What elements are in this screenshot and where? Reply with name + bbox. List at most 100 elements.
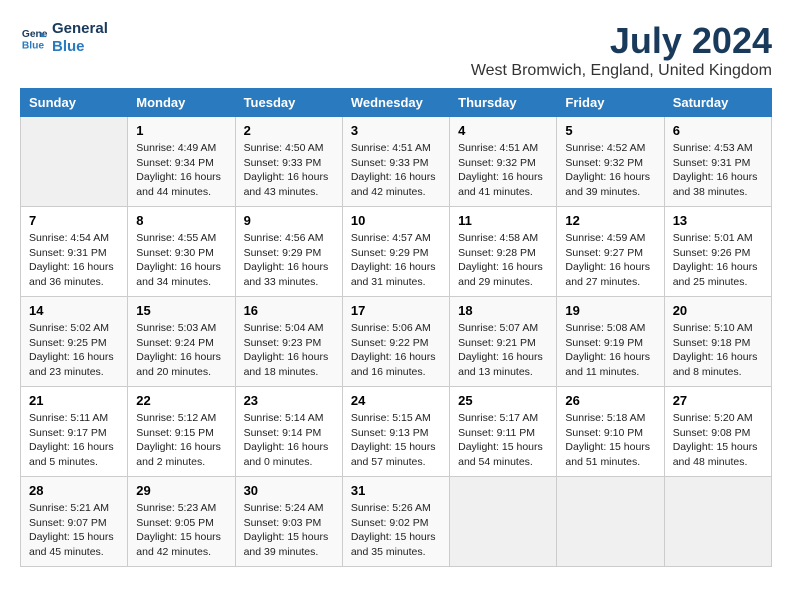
calendar-cell-w2-d5: 11 Sunrise: 4:58 AM Sunset: 9:28 PM Dayli… <box>450 207 557 297</box>
day-number: 11 <box>458 213 548 228</box>
calendar-cell-w4-d6: 26 Sunrise: 5:18 AM Sunset: 9:10 PM Dayli… <box>557 387 664 477</box>
calendar-week-2: 7Sunrise: 4:54 AM Sunset: 9:31 PM Daylig… <box>21 207 772 297</box>
day-number: 25 <box>458 393 548 408</box>
day-info: Sunrise: 5:06 AM Sunset: 9:22 PM Dayligh… <box>351 321 441 380</box>
day-info: Sunrise: 4:51 AM Sunset: 9:33 PM Dayligh… <box>351 141 441 200</box>
calendar-cell-w2-d7: 13 Sunrise: 5:01 AM Sunset: 9:26 PM Dayli… <box>664 207 771 297</box>
day-number: 30 <box>244 483 334 498</box>
calendar-cell-w2-d3: 9 Sunrise: 4:56 AM Sunset: 9:29 PM Daylig… <box>235 207 342 297</box>
day-info: Sunrise: 5:01 AM Sunset: 9:26 PM Dayligh… <box>673 231 763 290</box>
calendar-cell-w3-d4: 17 Sunrise: 5:06 AM Sunset: 9:22 PM Dayli… <box>342 297 449 387</box>
day-info: Sunrise: 4:55 AM Sunset: 9:30 PM Dayligh… <box>136 231 226 290</box>
day-number: 26 <box>565 393 655 408</box>
calendar-cell-w3-d2: 15 Sunrise: 5:03 AM Sunset: 9:24 PM Dayli… <box>128 297 235 387</box>
day-number: 21 <box>29 393 119 408</box>
day-number: 23 <box>244 393 334 408</box>
calendar-cell-w5-d3: 30 Sunrise: 5:24 AM Sunset: 9:03 PM Dayli… <box>235 477 342 567</box>
day-number: 16 <box>244 303 334 318</box>
day-info: Sunrise: 4:58 AM Sunset: 9:28 PM Dayligh… <box>458 231 548 290</box>
day-info: Sunrise: 5:12 AM Sunset: 9:15 PM Dayligh… <box>136 411 226 470</box>
calendar-cell-w1-d3: 2Sunrise: 4:50 AM Sunset: 9:33 PM Daylig… <box>235 117 342 207</box>
day-number: 17 <box>351 303 441 318</box>
day-number: 6 <box>673 123 763 138</box>
svg-text:General: General <box>22 29 48 40</box>
calendar-cell-w4-d2: 22 Sunrise: 5:12 AM Sunset: 9:15 PM Dayli… <box>128 387 235 477</box>
day-info: Sunrise: 5:24 AM Sunset: 9:03 PM Dayligh… <box>244 501 334 560</box>
calendar-cell-w4-d1: 21 Sunrise: 5:11 AM Sunset: 9:17 PM Dayli… <box>21 387 128 477</box>
title-section: July 2024 West Bromwich, England, United… <box>471 20 772 80</box>
calendar-cell-w5-d2: 29Sunrise: 5:23 AM Sunset: 9:05 PM Dayli… <box>128 477 235 567</box>
header-wednesday: Wednesday <box>342 89 449 117</box>
calendar-cell-w1-d6: 5Sunrise: 4:52 AM Sunset: 9:32 PM Daylig… <box>557 117 664 207</box>
calendar-cell-w5-d7 <box>664 477 771 567</box>
day-info: Sunrise: 5:08 AM Sunset: 9:19 PM Dayligh… <box>565 321 655 380</box>
calendar-cell-w1-d7: 6Sunrise: 4:53 AM Sunset: 9:31 PM Daylig… <box>664 117 771 207</box>
day-info: Sunrise: 4:54 AM Sunset: 9:31 PM Dayligh… <box>29 231 119 290</box>
calendar-cell-w2-d1: 7Sunrise: 4:54 AM Sunset: 9:31 PM Daylig… <box>21 207 128 297</box>
day-info: Sunrise: 5:04 AM Sunset: 9:23 PM Dayligh… <box>244 321 334 380</box>
day-info: Sunrise: 5:23 AM Sunset: 9:05 PM Dayligh… <box>136 501 226 560</box>
calendar-cell-w4-d5: 25 Sunrise: 5:17 AM Sunset: 9:11 PM Dayli… <box>450 387 557 477</box>
calendar-cell-w3-d6: 19 Sunrise: 5:08 AM Sunset: 9:19 PM Dayli… <box>557 297 664 387</box>
calendar-cell-w5-d1: 28Sunrise: 5:21 AM Sunset: 9:07 PM Dayli… <box>21 477 128 567</box>
day-number: 24 <box>351 393 441 408</box>
day-info: Sunrise: 5:10 AM Sunset: 9:18 PM Dayligh… <box>673 321 763 380</box>
day-number: 22 <box>136 393 226 408</box>
calendar-cell-w2-d6: 12 Sunrise: 4:59 AM Sunset: 9:27 PM Dayli… <box>557 207 664 297</box>
calendar-cell-w3-d7: 20 Sunrise: 5:10 AM Sunset: 9:18 PM Dayli… <box>664 297 771 387</box>
day-number: 28 <box>29 483 119 498</box>
day-info: Sunrise: 5:02 AM Sunset: 9:25 PM Dayligh… <box>29 321 119 380</box>
day-number: 31 <box>351 483 441 498</box>
calendar-cell-w5-d4: 31 Sunrise: 5:26 AM Sunset: 9:02 PM Dayli… <box>342 477 449 567</box>
day-info: Sunrise: 5:11 AM Sunset: 9:17 PM Dayligh… <box>29 411 119 470</box>
day-info: Sunrise: 4:49 AM Sunset: 9:34 PM Dayligh… <box>136 141 226 200</box>
calendar-cell-w4-d7: 27 Sunrise: 5:20 AM Sunset: 9:08 PM Dayli… <box>664 387 771 477</box>
day-number: 20 <box>673 303 763 318</box>
calendar-week-5: 28Sunrise: 5:21 AM Sunset: 9:07 PM Dayli… <box>21 477 772 567</box>
calendar-cell-w3-d5: 18Sunrise: 5:07 AM Sunset: 9:21 PM Dayli… <box>450 297 557 387</box>
day-info: Sunrise: 4:59 AM Sunset: 9:27 PM Dayligh… <box>565 231 655 290</box>
header-sunday: Sunday <box>21 89 128 117</box>
calendar-cell-w4-d3: 23 Sunrise: 5:14 AM Sunset: 9:14 PM Dayli… <box>235 387 342 477</box>
day-number: 10 <box>351 213 441 228</box>
calendar-cell-w1-d4: 3 Sunrise: 4:51 AM Sunset: 9:33 PM Daylig… <box>342 117 449 207</box>
day-info: Sunrise: 5:07 AM Sunset: 9:21 PM Dayligh… <box>458 321 548 380</box>
month-year-title: July 2024 <box>471 20 772 62</box>
day-number: 4 <box>458 123 548 138</box>
calendar-table: Sunday Monday Tuesday Wednesday Thursday… <box>20 88 772 567</box>
day-info: Sunrise: 4:57 AM Sunset: 9:29 PM Dayligh… <box>351 231 441 290</box>
day-info: Sunrise: 5:18 AM Sunset: 9:10 PM Dayligh… <box>565 411 655 470</box>
day-number: 1 <box>136 123 226 138</box>
day-number: 3 <box>351 123 441 138</box>
calendar-week-1: 1 Sunrise: 4:49 AM Sunset: 9:34 PM Daylig… <box>21 117 772 207</box>
day-info: Sunrise: 5:17 AM Sunset: 9:11 PM Dayligh… <box>458 411 548 470</box>
page-header: General Blue General Blue July 2024 West… <box>20 20 772 80</box>
day-number: 15 <box>136 303 226 318</box>
day-info: Sunrise: 4:52 AM Sunset: 9:32 PM Dayligh… <box>565 141 655 200</box>
day-number: 14 <box>29 303 119 318</box>
header-tuesday: Tuesday <box>235 89 342 117</box>
header-thursday: Thursday <box>450 89 557 117</box>
calendar-cell-w1-d1 <box>21 117 128 207</box>
calendar-cell-w4-d4: 24 Sunrise: 5:15 AM Sunset: 9:13 PM Dayli… <box>342 387 449 477</box>
day-info: Sunrise: 4:56 AM Sunset: 9:29 PM Dayligh… <box>244 231 334 290</box>
calendar-week-4: 21 Sunrise: 5:11 AM Sunset: 9:17 PM Dayli… <box>21 387 772 477</box>
day-info: Sunrise: 5:03 AM Sunset: 9:24 PM Dayligh… <box>136 321 226 380</box>
day-number: 13 <box>673 213 763 228</box>
location-subtitle: West Bromwich, England, United Kingdom <box>471 62 772 80</box>
day-number: 12 <box>565 213 655 228</box>
day-info: Sunrise: 4:50 AM Sunset: 9:33 PM Dayligh… <box>244 141 334 200</box>
calendar-cell-w5-d5 <box>450 477 557 567</box>
day-info: Sunrise: 4:51 AM Sunset: 9:32 PM Dayligh… <box>458 141 548 200</box>
calendar-cell-w1-d2: 1 Sunrise: 4:49 AM Sunset: 9:34 PM Daylig… <box>128 117 235 207</box>
day-info: Sunrise: 5:20 AM Sunset: 9:08 PM Dayligh… <box>673 411 763 470</box>
day-info: Sunrise: 5:14 AM Sunset: 9:14 PM Dayligh… <box>244 411 334 470</box>
day-info: Sunrise: 5:15 AM Sunset: 9:13 PM Dayligh… <box>351 411 441 470</box>
logo-text-blue: Blue <box>52 38 108 56</box>
day-info: Sunrise: 5:26 AM Sunset: 9:02 PM Dayligh… <box>351 501 441 560</box>
day-number: 9 <box>244 213 334 228</box>
calendar-cell-w2-d2: 8 Sunrise: 4:55 AM Sunset: 9:30 PM Daylig… <box>128 207 235 297</box>
day-number: 8 <box>136 213 226 228</box>
day-number: 19 <box>565 303 655 318</box>
day-number: 27 <box>673 393 763 408</box>
